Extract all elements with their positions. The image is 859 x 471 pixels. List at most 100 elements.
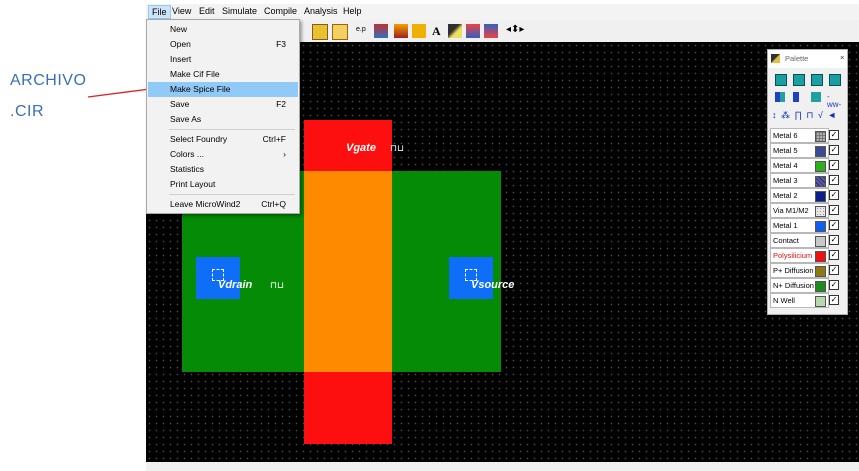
menu-bar: File View Edit Simulate Compile Analysis… (146, 4, 859, 20)
layer-name: N Well (773, 296, 795, 305)
move-arrows-icon[interactable]: ◂⬍▸ (506, 24, 524, 38)
capacitor-icon[interactable] (811, 92, 821, 102)
annotation-text-cir: .CIR (10, 103, 44, 120)
layer-metal-6[interactable]: Metal 6 (770, 128, 829, 143)
menu-item-label: New (170, 24, 188, 34)
layer-visibility-checkbox[interactable]: ✓ (829, 130, 839, 140)
menu-item-label: Make Cif File (170, 69, 220, 79)
layer-contact[interactable]: Contact (770, 233, 829, 248)
menu-view[interactable]: View (172, 6, 191, 16)
layer-metal-5[interactable]: Metal 5 (770, 143, 829, 158)
via-tool-icon[interactable] (829, 74, 841, 86)
layer-swatch (815, 161, 826, 172)
layer-visibility-checkbox[interactable]: ✓ (829, 280, 839, 290)
menu-item-insert[interactable]: Insert (148, 52, 298, 67)
menu-item-save[interactable]: Save F2 (148, 97, 298, 112)
layer-visibility-checkbox[interactable]: ✓ (829, 265, 839, 275)
file-menu-dropdown: New Open F3 Insert Make Cif File Make Spi… (146, 19, 300, 214)
drain-contact[interactable] (196, 257, 240, 299)
layer-name: Metal 6 (773, 131, 798, 140)
palette-close-icon[interactable]: × (840, 53, 844, 62)
menu-file[interactable]: File (148, 5, 171, 19)
menu-item-leave-microwind[interactable]: Leave MicroWind2 Ctrl+Q (148, 197, 298, 212)
menu-item-label: Statistics (170, 164, 205, 174)
nmos-icon[interactable] (775, 74, 787, 86)
layer-name: Via M1/M2 (773, 206, 809, 215)
layer-name: Metal 3 (773, 176, 798, 185)
layer-visibility-checkbox[interactable]: ✓ (829, 175, 839, 185)
vsource-label[interactable]: Vsource (471, 279, 514, 291)
menu-item-label: Make Spice File (170, 84, 231, 94)
contact-tool-icon[interactable] (811, 74, 823, 86)
vgate-label[interactable]: Vgate (346, 142, 376, 154)
menu-item-print-layout[interactable]: Print Layout (148, 177, 298, 192)
layer-name: Metal 2 (773, 191, 798, 200)
submenu-arrow-icon: › (283, 149, 286, 159)
menu-item-save-as[interactable]: Save As (148, 112, 298, 127)
layer-metal-2[interactable]: Metal 2 (770, 188, 829, 203)
pmos-icon[interactable] (793, 74, 805, 86)
menu-item-shortcut: Ctrl+Q (261, 199, 286, 209)
layer-visibility-checkbox[interactable]: ✓ (829, 250, 839, 260)
layer-visibility-checkbox[interactable]: ✓ (829, 190, 839, 200)
pad-icon[interactable] (775, 92, 785, 102)
layer-swatch (815, 146, 826, 157)
layer-name: Metal 4 (773, 161, 798, 170)
gate-channel-overlap[interactable] (304, 171, 392, 372)
layer-n-diffusion[interactable]: N+ Diffusion (770, 278, 829, 293)
layer-via-m1-m2[interactable]: Via M1/M2 (770, 203, 829, 218)
source-contact[interactable] (449, 257, 493, 299)
compile-icon[interactable] (394, 24, 408, 38)
connection-icon[interactable] (312, 24, 328, 40)
layer-metal-1[interactable]: Metal 1 (770, 218, 829, 233)
layer-n-well[interactable]: N Well (770, 293, 829, 308)
graph-icon[interactable] (466, 24, 480, 38)
signal-tools-row[interactable]: ↕ ⁂ ∏ ⊓ √ ◄ (772, 110, 837, 121)
menu-item-make-spice-file[interactable]: Make Spice File (148, 82, 298, 97)
menu-simulate[interactable]: Simulate (222, 6, 257, 16)
layer-p-diffusion[interactable]: P+ Diffusion (770, 263, 829, 278)
simulate-icon[interactable] (484, 24, 498, 38)
menu-analysis[interactable]: Analysis (304, 6, 338, 16)
layer-metal-4[interactable]: Metal 4 (770, 158, 829, 173)
layout-icon[interactable] (332, 24, 348, 40)
menu-item-colors[interactable]: Colors ... › (148, 147, 298, 162)
layer-visibility-checkbox[interactable]: ✓ (829, 205, 839, 215)
resistor-icon[interactable]: -ww- (827, 93, 841, 109)
menu-item-new[interactable]: New (148, 22, 298, 37)
vgate-signal-icon: ⊓⊔ (390, 143, 405, 153)
menu-item-statistics[interactable]: Statistics (148, 162, 298, 177)
menu-help[interactable]: Help (343, 6, 362, 16)
palette-window: Palette × -ww- ↕ ⁂ ∏ ⊓ √ ◄ Metal 6 ✓ Met… (767, 49, 848, 315)
cell-icon[interactable] (412, 24, 426, 38)
mos-generator-icon[interactable] (374, 24, 388, 38)
layer-metal-3[interactable]: Metal 3 (770, 173, 829, 188)
layer-polysilicium[interactable]: Polysilicium (770, 248, 829, 263)
menu-edit[interactable]: Edit (199, 6, 215, 16)
layer-swatch (815, 296, 826, 307)
menu-item-select-foundry[interactable]: Select Foundry Ctrl+F (148, 132, 298, 147)
menu-item-label: Select Foundry (170, 134, 228, 144)
measure-icon[interactable]: e.p (356, 26, 370, 36)
menu-item-open[interactable]: Open F3 (148, 37, 298, 52)
palette-titlebar[interactable]: Palette × (768, 50, 847, 68)
layer-swatch (815, 176, 826, 187)
layer-visibility-checkbox[interactable]: ✓ (829, 295, 839, 305)
layer-swatch (815, 131, 826, 142)
pen-icon[interactable] (448, 24, 462, 38)
rail-icon[interactable] (793, 92, 799, 102)
layer-swatch (815, 266, 826, 277)
layer-visibility-checkbox[interactable]: ✓ (829, 145, 839, 155)
menu-compile[interactable]: Compile (264, 6, 297, 16)
layer-name: Metal 5 (773, 146, 798, 155)
menu-item-shortcut: Ctrl+F (262, 134, 286, 144)
vdrain-label[interactable]: Vdrain (218, 279, 252, 291)
layer-name: P+ Diffusion (773, 266, 814, 275)
layer-visibility-checkbox[interactable]: ✓ (829, 220, 839, 230)
layer-name: Metal 1 (773, 221, 798, 230)
layer-visibility-checkbox[interactable]: ✓ (829, 160, 839, 170)
menu-item-make-cif-file[interactable]: Make Cif File (148, 67, 298, 82)
text-icon[interactable]: A (432, 24, 446, 38)
layer-visibility-checkbox[interactable]: ✓ (829, 235, 839, 245)
menu-item-label: Save As (170, 114, 202, 124)
